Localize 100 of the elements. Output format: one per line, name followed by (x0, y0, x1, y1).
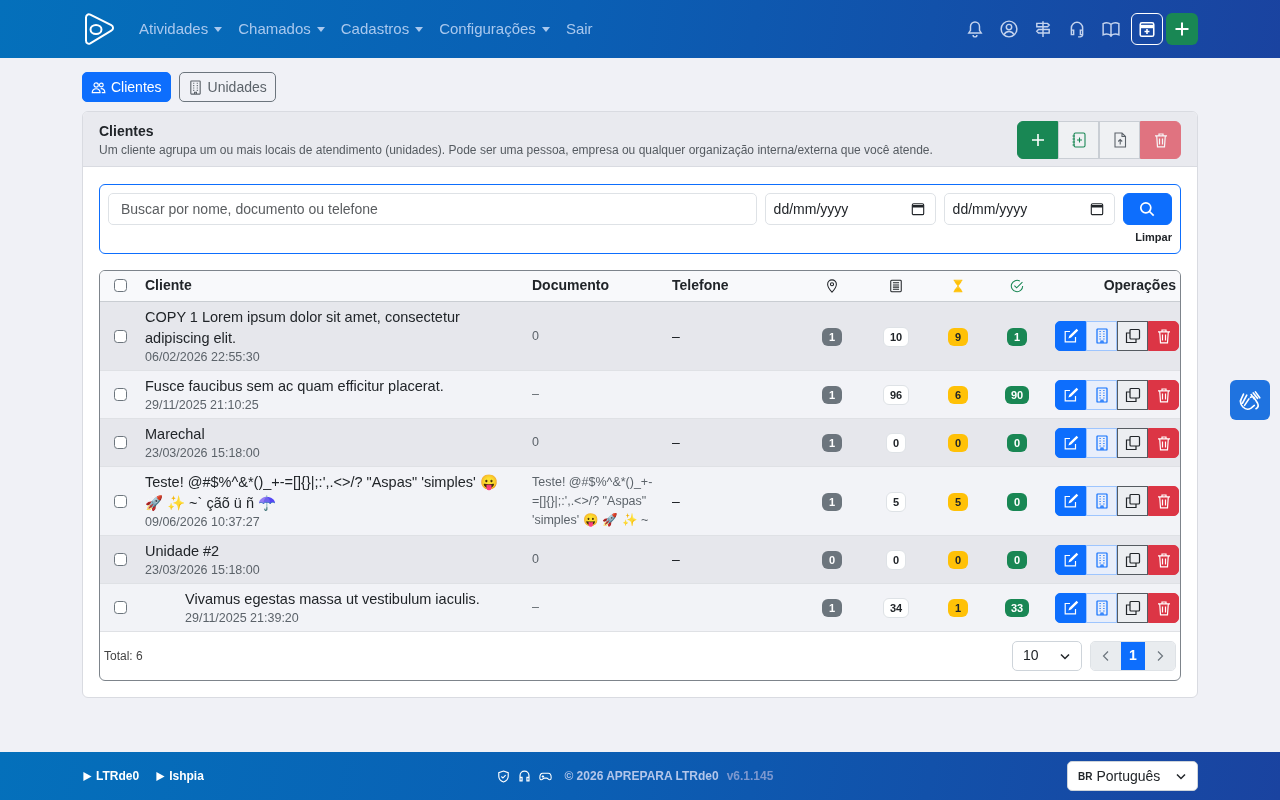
copy-button[interactable] (1117, 427, 1148, 458)
caret-icon (214, 26, 223, 32)
created-date: 09/06/2026 10:37:27 (145, 513, 261, 531)
count-badge: 6 (948, 386, 968, 404)
created-date: 23/03/2026 15:18:00 (145, 444, 261, 462)
nav-menu-link[interactable]: Cadastros (332, 17, 432, 41)
column-header: Documento (532, 277, 609, 294)
count-badge: 0 (1007, 434, 1027, 452)
delete-row-button[interactable] (1148, 544, 1179, 575)
count-badge: 33 (1004, 599, 1030, 617)
clear-link[interactable]: Limpar (1135, 231, 1172, 243)
edit-button[interactable] (1055, 427, 1086, 458)
phone-text: – (672, 434, 680, 450)
upload-button[interactable] (1099, 121, 1140, 159)
row-checkbox[interactable] (114, 436, 127, 449)
copy-button[interactable] (1117, 592, 1148, 623)
count-badge: 1 (822, 386, 842, 404)
phone-text: – (672, 551, 680, 567)
client-name: Vivamus egestas massa ut vestibulum iaculis. (185, 589, 481, 609)
logo-icon[interactable] (82, 12, 116, 46)
trash-icon (1152, 132, 1169, 148)
copy-icon (1124, 493, 1141, 509)
column-header: Operações (1103, 277, 1176, 294)
tab[interactable]: Unidades (178, 72, 276, 102)
tab[interactable]: Clientes (82, 72, 171, 102)
row-checkbox[interactable] (114, 494, 127, 508)
search-field[interactable]: Buscar por nome, documento ou telefone (108, 193, 757, 225)
row-checkbox[interactable] (114, 553, 127, 566)
date-field[interactable]: dd/mm/yyyy (943, 193, 1115, 225)
accessibility-button[interactable] (1230, 380, 1270, 420)
delete-row-button[interactable] (1148, 321, 1179, 351)
building-icon (1093, 599, 1110, 616)
map-pin-icon (825, 278, 839, 293)
client-name: Teste! @#$%^&*()_+-=[]{}|;:',.<>/? "Aspas" 'simples' 😛 🚀 ✨ ~` çãõ ü ñ ☂ (145, 472, 499, 513)
language-select[interactable]: BR Português (1067, 761, 1198, 791)
bell-icon[interactable] (966, 20, 984, 38)
row-checkbox[interactable] (114, 388, 127, 401)
footer-link[interactable]: LTRde0 (82, 767, 140, 785)
trash-icon (1155, 599, 1172, 616)
select-all-checkbox[interactable] (114, 279, 127, 293)
delete-row-button[interactable] (1148, 379, 1179, 410)
page-size-select[interactable]: 10 (1012, 640, 1082, 671)
count-badge: 1 (822, 599, 842, 617)
headset-icon[interactable] (518, 769, 532, 783)
user-circle-icon[interactable] (1000, 20, 1018, 38)
page-button[interactable]: 1 (1121, 641, 1145, 670)
count-badge: 1 (822, 434, 842, 452)
count-badge: 0 (1007, 551, 1027, 569)
copy-icon (1124, 434, 1141, 451)
calendar-icon (1089, 202, 1104, 216)
document-text: Teste! @#$%^&*()_+-=[]{}|;:',.<>/? "Aspas" 'simples' 😛 🚀 ✨ ~ (532, 473, 654, 529)
phone-text: – (672, 492, 680, 509)
add-button[interactable] (1166, 13, 1198, 45)
edit-button[interactable] (1055, 321, 1086, 351)
copy-button[interactable] (1117, 486, 1148, 516)
edit-button[interactable] (1055, 486, 1086, 516)
edit-button[interactable] (1055, 592, 1086, 623)
row-checkbox[interactable] (114, 601, 127, 614)
count-badge: 0 (1007, 492, 1027, 511)
created-date: 06/02/2026 22:55:30 (145, 348, 261, 366)
copy-button[interactable] (1117, 321, 1148, 351)
search-button[interactable] (1122, 193, 1172, 225)
trash-icon (1155, 434, 1172, 451)
copy-button[interactable] (1117, 544, 1148, 575)
delete-row-button[interactable] (1148, 486, 1179, 516)
shield-check-icon[interactable] (497, 769, 511, 783)
hourglass-icon (951, 278, 965, 293)
edit-button[interactable] (1055, 544, 1086, 575)
count-badge: 0 (885, 433, 907, 453)
footer-link[interactable]: Ishpia (155, 767, 204, 785)
column-header: Cliente (145, 277, 192, 294)
row-checkbox[interactable] (114, 329, 127, 343)
file-upload-icon (1111, 132, 1128, 148)
plus-icon (1029, 132, 1046, 148)
book-icon[interactable] (1102, 20, 1120, 38)
headset-icon[interactable] (1068, 20, 1086, 38)
date-field[interactable]: dd/mm/yyyy (764, 193, 936, 225)
delete-row-button[interactable] (1148, 427, 1179, 458)
building-icon (1093, 386, 1110, 403)
document-text: – (532, 386, 540, 403)
delete-row-button[interactable] (1148, 592, 1179, 623)
edit-button[interactable] (1055, 379, 1086, 410)
trash-icon (1155, 551, 1172, 568)
count-badge: 0 (948, 434, 968, 452)
search-icon (1139, 201, 1156, 217)
copy-button[interactable] (1117, 379, 1148, 410)
list-icon (889, 278, 903, 293)
phone-text: – (672, 327, 680, 344)
count-badge: 1 (948, 599, 968, 617)
caret-icon (415, 26, 424, 32)
nav-menu-link[interactable]: Atividades (131, 17, 231, 41)
created-date: 29/11/2025 21:10:25 (145, 396, 260, 414)
add-client-button[interactable] (1017, 121, 1058, 159)
calendar-add-button[interactable] (1131, 13, 1163, 45)
signpost-icon[interactable] (1034, 20, 1052, 38)
nav-menu-link[interactable]: Configurações (431, 17, 558, 41)
nav-menu-link[interactable]: Chamados (230, 17, 333, 41)
version-text: v6.1.145 (726, 768, 774, 785)
nav-menu-link[interactable]: Sair (557, 17, 601, 41)
panel-title: Clientes (99, 122, 155, 141)
